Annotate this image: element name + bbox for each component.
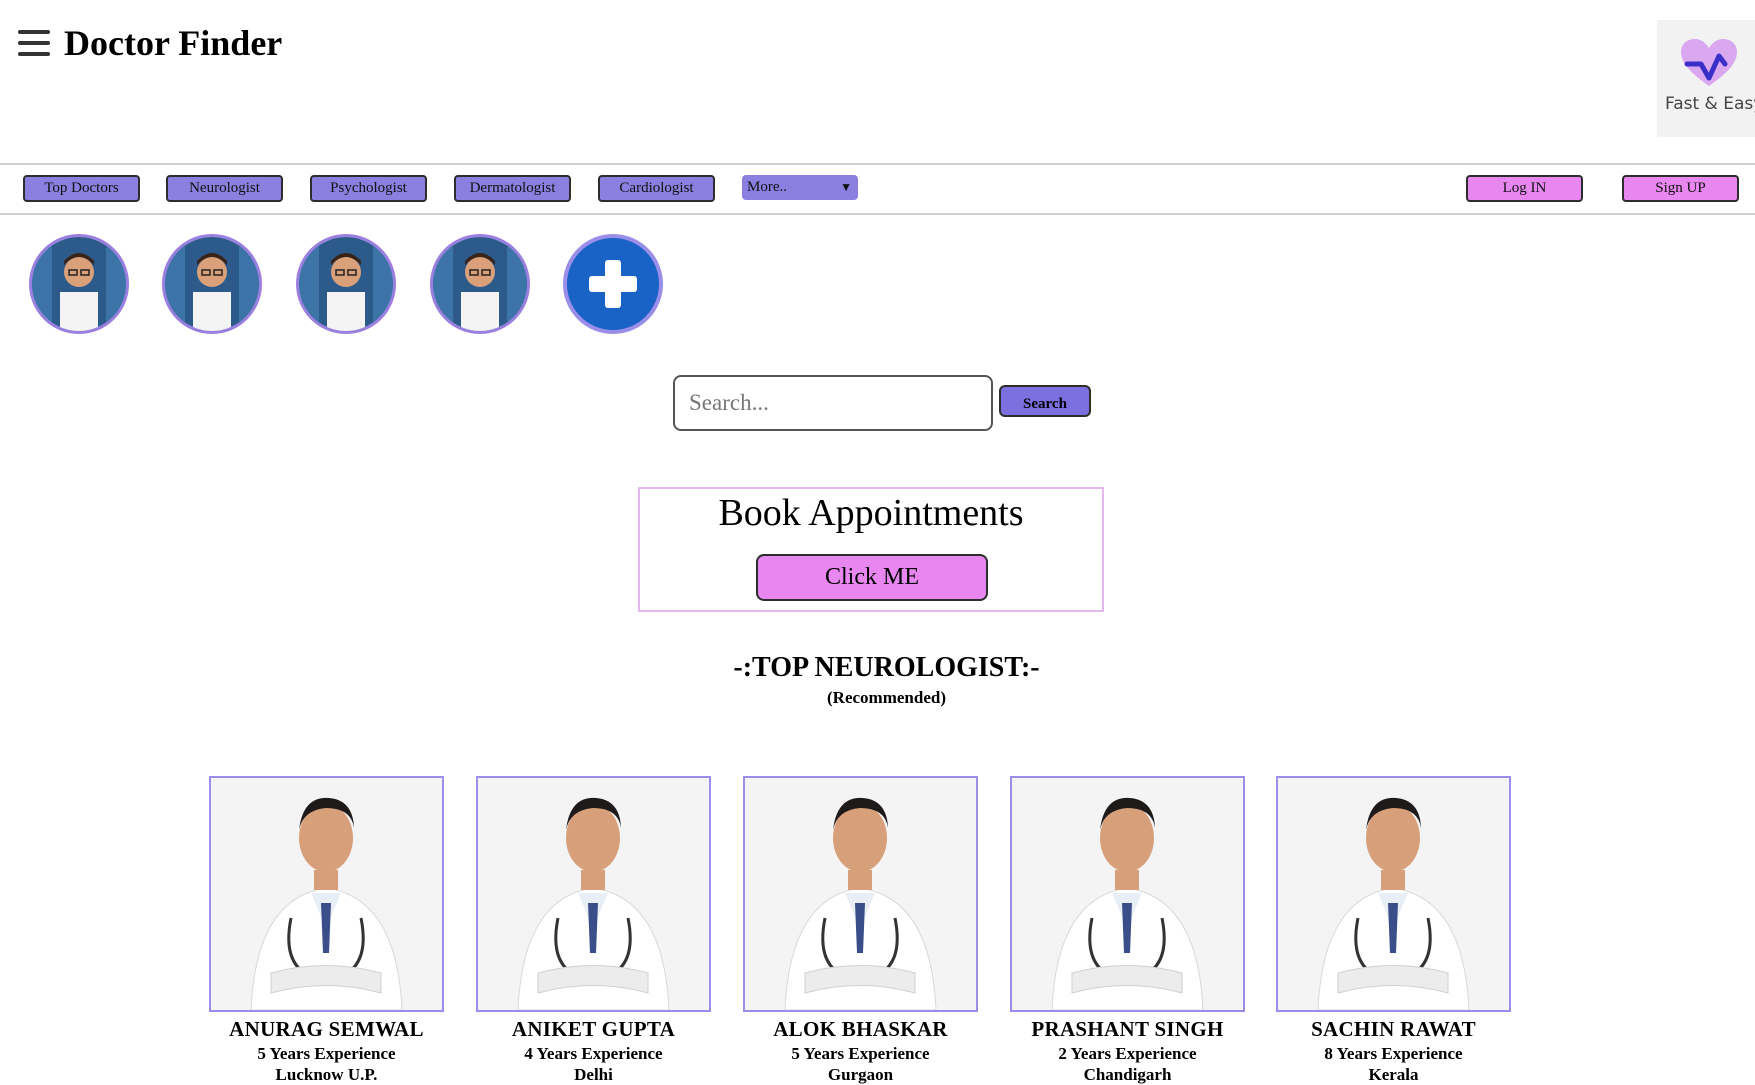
signup-button[interactable]: Sign UP <box>1622 175 1739 202</box>
doctor-photo-icon <box>745 778 976 1010</box>
heart-logo-icon <box>1681 39 1737 86</box>
more-select[interactable]: More.. ▼ <box>742 175 858 200</box>
doctor-cartoon-icon <box>433 237 527 331</box>
doctor-avatar[interactable] <box>162 234 262 334</box>
doctor-card[interactable]: ANIKET GUPTA 4 Years Experience Delhi <box>476 776 711 1085</box>
doctor-cartoon-icon <box>165 237 259 331</box>
nav-cardiologist-button[interactable]: Cardiologist <box>598 175 715 202</box>
doctor-photo-icon <box>211 778 442 1010</box>
doctor-card[interactable]: SACHIN RAWAT 8 Years Experience Kerala <box>1276 776 1511 1085</box>
doctor-photo <box>1010 776 1245 1012</box>
doctor-name: ANIKET GUPTA <box>511 1017 676 1041</box>
doctor-experience: 8 Years Experience <box>1324 1044 1463 1063</box>
search-button[interactable]: Search <box>999 385 1091 417</box>
doctor-avatar[interactable] <box>296 234 396 334</box>
doctor-photo-icon <box>478 778 709 1010</box>
nav-dermatologist-button[interactable]: Dermatologist <box>454 175 571 202</box>
app-title: Doctor Finder <box>64 23 283 63</box>
logo-tagline: Fast & Easy <box>1665 94 1755 114</box>
section-subtitle: (Recommended) <box>827 688 946 707</box>
click-me-button[interactable]: Click ME <box>756 554 988 601</box>
doctor-avatar[interactable] <box>29 234 129 334</box>
logo: Fast & Easy <box>1657 20 1755 137</box>
doctor-card[interactable]: PRASHANT SINGH 2 Years Experience Chandi… <box>1010 776 1245 1085</box>
doctor-cartoon-icon <box>32 237 126 331</box>
nav-top-doctors-button[interactable]: Top Doctors <box>23 175 140 202</box>
nav-neurologist-button[interactable]: Neurologist <box>166 175 283 202</box>
doctor-experience: 5 Years Experience <box>257 1044 396 1063</box>
doctor-name: ALOK BHASKAR <box>773 1017 948 1041</box>
doctor-location: Gurgaon <box>827 1065 894 1084</box>
doctor-avatar[interactable] <box>430 234 530 334</box>
add-doctor-button[interactable] <box>563 234 663 334</box>
doctor-experience: 2 Years Experience <box>1058 1044 1197 1063</box>
doctor-photo <box>209 776 444 1012</box>
login-button[interactable]: Log IN <box>1466 175 1583 202</box>
hamburger-menu-icon[interactable] <box>18 30 50 58</box>
doctor-card[interactable]: ALOK BHASKAR 5 Years Experience Gurgaon <box>743 776 978 1085</box>
doctor-photo-icon <box>1012 778 1243 1010</box>
doctor-photo <box>476 776 711 1012</box>
doctor-photo <box>1276 776 1511 1012</box>
doctor-location: Chandigarh <box>1083 1065 1172 1084</box>
doctor-location: Delhi <box>574 1065 613 1084</box>
plus-icon <box>567 238 659 330</box>
doctor-experience: 4 Years Experience <box>524 1044 663 1063</box>
search-input[interactable] <box>673 375 993 431</box>
book-appointment-title: Book Appointments <box>718 492 1024 534</box>
doctor-photo <box>743 776 978 1012</box>
doctor-name: PRASHANT SINGH <box>1031 1017 1224 1041</box>
doctor-location: Lucknow U.P. <box>275 1065 378 1084</box>
doctor-photo-icon <box>1278 778 1509 1010</box>
more-select-label: More.. <box>747 179 787 195</box>
doctor-name: ANURAG SEMWAL <box>229 1017 424 1041</box>
doctor-card[interactable]: ANURAG SEMWAL 5 Years Experience Lucknow… <box>209 776 444 1085</box>
doctor-cartoon-icon <box>299 237 393 331</box>
doctor-location: Kerala <box>1368 1065 1419 1084</box>
chevron-down-icon: ▼ <box>840 180 852 194</box>
doctor-experience: 5 Years Experience <box>791 1044 930 1063</box>
nav-psychologist-button[interactable]: Psychologist <box>310 175 427 202</box>
section-title: -:TOP NEUROLOGIST:- <box>733 652 1040 683</box>
doctor-name: SACHIN RAWAT <box>1311 1017 1476 1041</box>
nav-bar: Top Doctors Neurologist Psychologist Der… <box>0 163 1755 215</box>
book-appointment-panel: Book Appointments Click ME <box>638 487 1104 612</box>
